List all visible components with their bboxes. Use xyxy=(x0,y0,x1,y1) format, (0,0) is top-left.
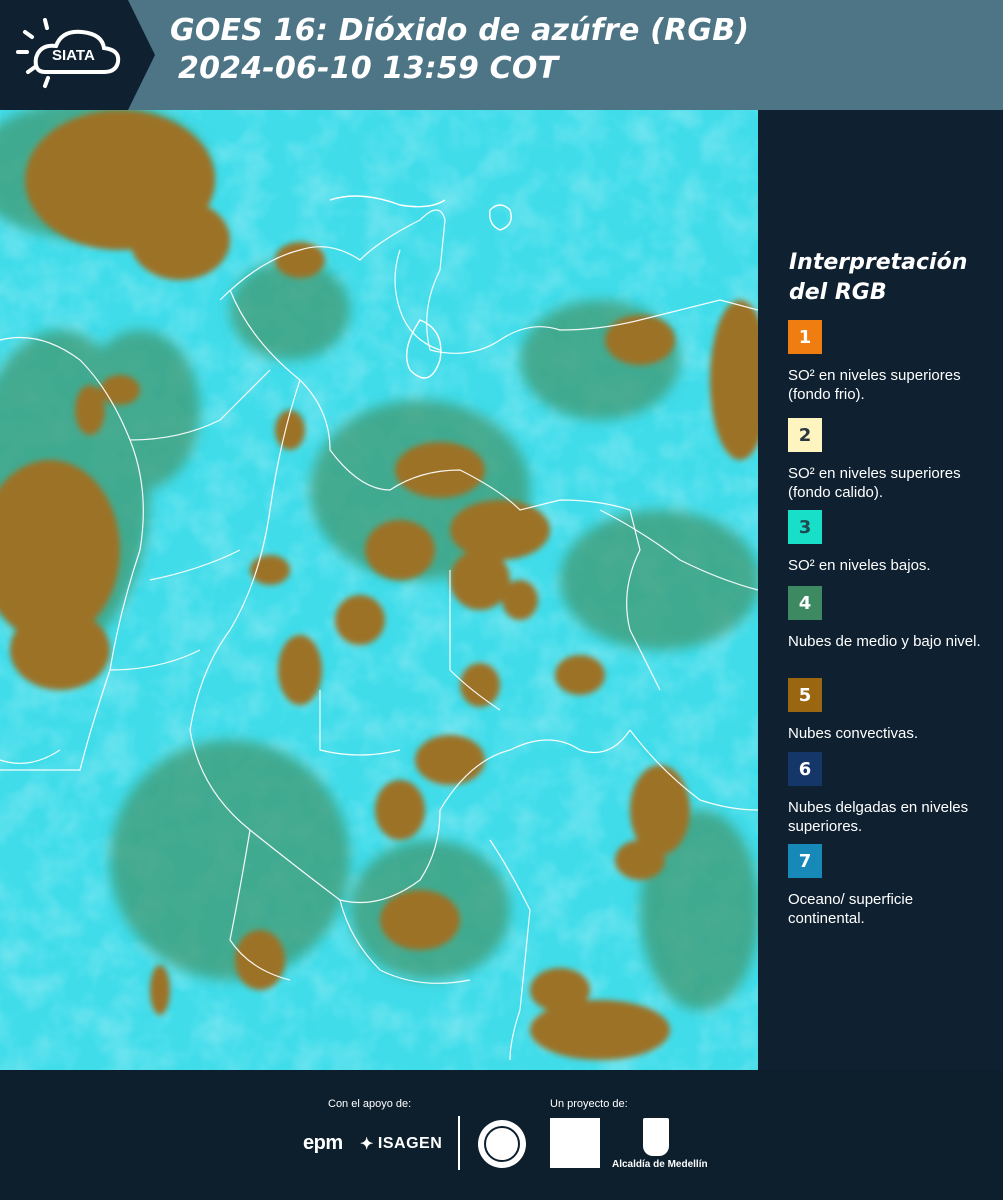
page-title: GOES 16: Dióxido de azúfre (RGB) 2024-06… xyxy=(170,12,749,88)
epm-logo: epm xyxy=(303,1132,343,1154)
legend-text-1: SO² en niveles superiores (fondo frio). xyxy=(788,367,961,403)
medellin-seal-logo xyxy=(478,1120,526,1168)
legend-number-2: 2 xyxy=(798,424,812,446)
area-metropolitana-logo xyxy=(550,1118,600,1168)
legend-item-7: 7 Oceano/ superficie continental. xyxy=(788,844,988,928)
legend-item-4: 4 Nubes de medio y bajo nivel. xyxy=(788,586,988,651)
legend-swatch-2: 2 xyxy=(788,418,822,452)
legend-number-3: 3 xyxy=(798,516,812,538)
legend-text-7: Oceano/ superficie continental. xyxy=(788,891,914,927)
isagen-logo: ✦ ISAGEN xyxy=(360,1134,442,1154)
project-label: Un proyecto de: xyxy=(550,1098,628,1110)
footer-divider xyxy=(458,1116,460,1170)
header-bar: SIATA GOES 16: Dióxido de azúfre (RGB) 2… xyxy=(0,0,1003,110)
legend-swatch-4: 4 xyxy=(788,586,822,620)
siata-logo-text: SIATA xyxy=(52,47,95,64)
legend-title-line-2: del RGB xyxy=(789,280,887,305)
legend-swatch-3: 3 xyxy=(788,510,822,544)
legend-number-4: 4 xyxy=(798,592,812,614)
legend-swatch-1: 1 xyxy=(788,320,822,354)
support-label: Con el apoyo de: xyxy=(328,1098,412,1110)
footer: Con el apoyo de: Un proyecto de: epm ✦ I… xyxy=(0,1070,1003,1200)
legend-number-5: 5 xyxy=(798,684,812,706)
legend-title-line-1: Interpretación xyxy=(789,250,968,275)
legend-text-3: SO² en niveles bajos. xyxy=(788,557,931,574)
legend-text-5: Nubes convectivas. xyxy=(788,725,919,742)
seal-ring xyxy=(484,1126,520,1162)
legend-text-2: SO² en niveles superiores (fondo calido)… xyxy=(788,465,961,501)
alcaldia-shield-logo xyxy=(643,1118,669,1156)
legend-item-5: 5 Nubes convectivas. xyxy=(788,678,988,743)
title-line-2: 2024-06-10 13:59 COT xyxy=(178,51,559,86)
legend-text-6: Nubes delgadas en niveles superiores. xyxy=(788,799,969,835)
legend-swatch-6: 6 xyxy=(788,752,822,786)
legend-item-1: 1 SO² en niveles superiores (fondo frio)… xyxy=(788,320,988,404)
satellite-map xyxy=(0,110,758,1070)
legend-title: Interpretación del RGB xyxy=(789,248,989,308)
isagen-text: ISAGEN xyxy=(377,1135,443,1152)
legend-number-6: 6 xyxy=(798,758,812,780)
legend-item-2: 2 SO² en niveles superiores (fondo calid… xyxy=(788,418,988,502)
legend-text-4: Nubes de medio y bajo nivel. xyxy=(788,633,981,650)
title-line-1: GOES 16: Dióxido de azúfre (RGB) xyxy=(170,13,750,48)
legend-item-3: 3 SO² en niveles bajos. xyxy=(788,510,988,575)
legend-swatch-5: 5 xyxy=(788,678,822,712)
legend-number-7: 7 xyxy=(798,850,812,872)
legend-swatch-7: 7 xyxy=(788,844,822,878)
alcaldia-text: Alcaldía de Medellín xyxy=(612,1159,708,1170)
isagen-icon: ✦ xyxy=(360,1136,374,1153)
legend-panel: Interpretación del RGB 1 SO² en niveles … xyxy=(758,110,1003,1070)
legend-number-1: 1 xyxy=(798,326,812,348)
legend-item-6: 6 Nubes delgadas en niveles superiores. xyxy=(788,752,988,836)
siata-logo: SIATA xyxy=(0,0,155,110)
